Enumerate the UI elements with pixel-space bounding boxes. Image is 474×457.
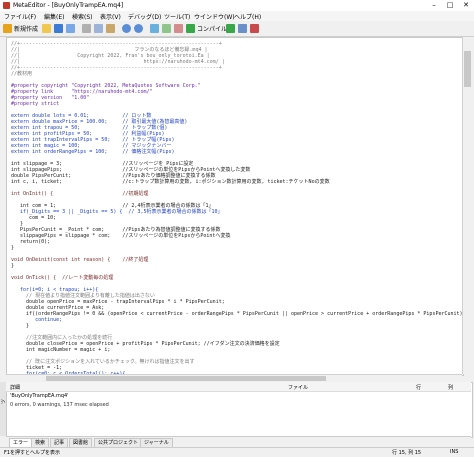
scrollbar-thumb[interactable] [464,51,471,87]
menu-help[interactable]: ヘルプ(H) [234,12,261,21]
maximize-button[interactable]: □ [442,0,458,11]
navigator-button[interactable] [150,23,161,34]
status-cursor-position: 行 15, 列 15 [392,450,422,456]
column-line[interactable]: 行 [416,384,421,391]
debug-start-button[interactable] [226,23,237,34]
column-column[interactable]: 列 [448,384,453,391]
toolbox-icon [162,24,171,33]
code-line[interactable]: #property strict [11,101,59,107]
code-line[interactable]: int magicNumber = magic + i; [11,347,110,353]
code-line[interactable]: } [11,323,29,329]
redo-button[interactable] [134,23,145,34]
tester-button[interactable] [174,23,185,34]
scissors-icon [82,24,91,33]
cut-button[interactable] [82,23,93,34]
save-icon [54,24,63,33]
close-button[interactable]: ✕ [458,0,474,11]
status-insert-mode: INS [450,449,459,455]
copy-button[interactable] [94,23,105,34]
navigator-icon [150,24,159,33]
code-line[interactable]: if((orderRangePips != 0 && (openPrice < … [11,311,463,317]
stop-icon [250,24,259,33]
toolbox-row-result[interactable]: 0 errors, 0 warnings, 137 msec elapsed [10,402,109,408]
code-line[interactable]: //+-------------------------------------… [11,65,222,71]
new-button[interactable]: 新規作成 [3,23,38,34]
menu-view[interactable]: 表示(V) [100,12,121,21]
vertical-scrollbar[interactable] [462,37,472,374]
code-line[interactable]: int c, i, ticket; //c:トラップ数計算用の変数, i:ポジシ… [11,179,330,185]
menu-file[interactable]: ファイル(F) [4,12,36,21]
metaeditor-icon [3,2,10,9]
code-line[interactable]: } [11,263,14,269]
status-help-text: F1を押すとヘルプを表示 [4,450,61,456]
menu-search[interactable]: 検索(S) [72,12,93,21]
menu-edit[interactable]: 編集(E) [44,12,64,21]
minimize-button[interactable]: – [426,0,442,11]
save-button[interactable] [54,23,65,34]
toolbox-button[interactable] [162,23,173,34]
compile-button-label: コンパイル [197,26,228,33]
horizontal-scrollbar[interactable] [6,374,462,382]
save-all-icon [66,24,75,33]
folder-icon [42,24,51,33]
new-button-label: 新規作成 [14,26,39,33]
code-line[interactable]: return(0); [11,239,50,245]
compile-icon [186,24,195,33]
code-line[interactable]: int OnInit() { //初期処理 [11,191,148,197]
redo-icon [134,24,143,33]
code-line[interactable]: } [11,245,14,251]
undo-icon [122,24,131,33]
undo-button[interactable] [122,23,133,34]
play-icon [226,24,235,33]
code-line[interactable]: //教材用 [11,71,32,77]
compile-button[interactable]: コンパイル [186,23,227,34]
open-button[interactable] [42,23,53,34]
pause-icon [238,24,247,33]
menu-tools[interactable]: ツール(T) [164,12,190,21]
code-line[interactable]: void OnTick() { //レート変動毎の処理 [11,275,113,281]
code-line[interactable]: extern int orderRangePips = 100; // 価格注文… [11,149,174,155]
tester-icon [174,24,183,33]
paste-button[interactable] [106,23,117,34]
scrollbar-thumb[interactable] [46,376,326,381]
column-file[interactable]: ファイル [288,384,308,391]
save-all-button[interactable] [66,23,77,34]
copy-icon [94,24,103,33]
code-line[interactable]: void OnDeinit(const int reason) { //終了処理 [11,257,148,263]
menu-bar: ファイル(F) 編集(E) 検索(S) 表示(V) デバッグ(D) ツール(T)… [0,11,474,21]
new-file-icon [3,24,12,33]
menu-window[interactable]: ウインドウ(W) [194,12,235,21]
window-title: MetaEditor - [BuyOnlyTrampEA.mq4] [13,2,124,9]
paste-icon [106,24,115,33]
menu-debug[interactable]: デバッグ(D) [128,12,161,21]
column-description[interactable]: 詳細 [10,384,20,391]
toolbar: 新規作成 コンパイル [0,21,474,37]
toolbox-header: 詳細 ファイル 行 列 [6,382,471,392]
debug-pause-button[interactable] [238,23,249,34]
code-editor[interactable]: //+-------------------------------------… [6,37,464,376]
toolbox-row-file[interactable]: 'BuyOnlyTrampEA.mq4' [10,393,69,399]
debug-stop-button[interactable] [250,23,261,34]
